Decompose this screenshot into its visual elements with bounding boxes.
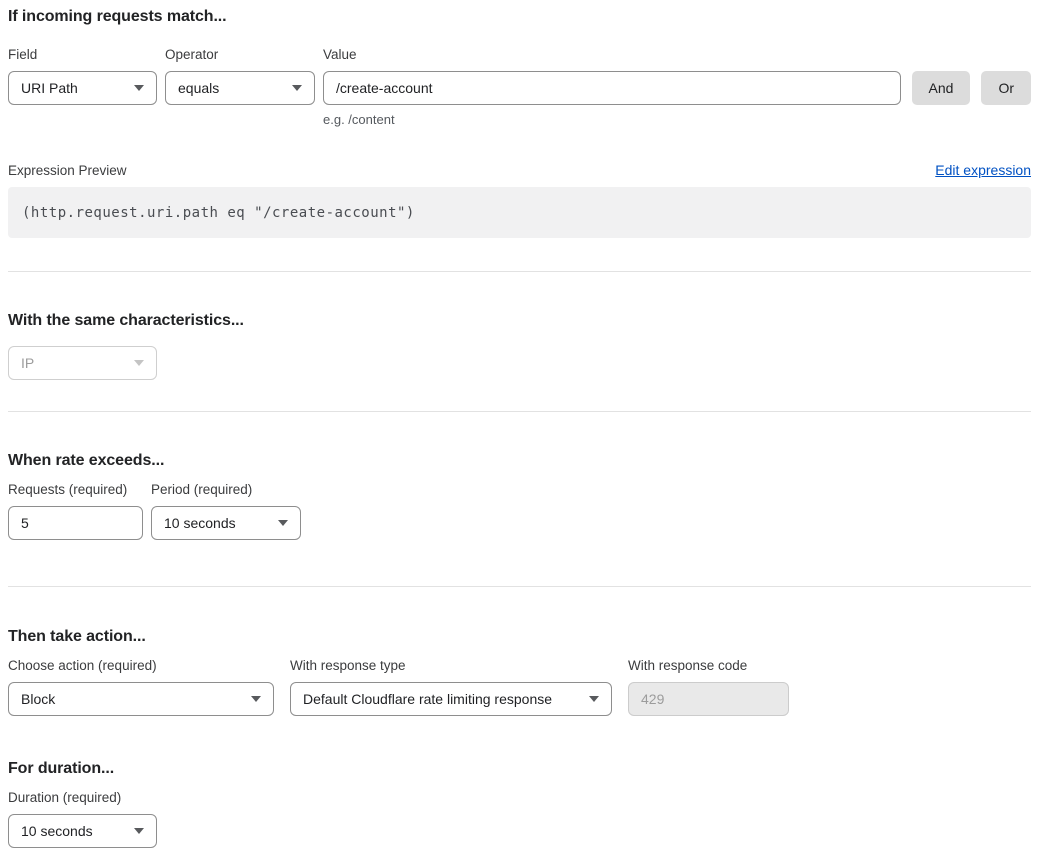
- and-button[interactable]: And: [912, 71, 971, 105]
- characteristic-dropdown-value: IP: [21, 355, 34, 371]
- response-type-label: With response type: [290, 658, 612, 674]
- duration-section-heading: For duration...: [8, 759, 1031, 778]
- duration-label: Duration (required): [8, 790, 157, 806]
- logic-buttons: And Or: [912, 47, 1031, 105]
- value-hint: e.g. /content: [323, 112, 901, 128]
- rate-section-heading: When rate exceeds...: [8, 451, 1031, 470]
- requests-label: Requests (required): [8, 482, 143, 498]
- characteristic-dropdown: IP: [8, 346, 157, 380]
- or-button[interactable]: Or: [981, 71, 1031, 105]
- match-condition-row: Field URI Path Operator equals Value e.g…: [8, 47, 1031, 128]
- section-divider: [8, 271, 1031, 272]
- expression-preview-label: Expression Preview: [8, 162, 127, 179]
- section-divider: [8, 586, 1031, 587]
- action-section-heading: Then take action...: [8, 627, 1031, 646]
- operator-dropdown[interactable]: equals: [165, 71, 315, 105]
- value-input[interactable]: [323, 71, 901, 105]
- period-dropdown[interactable]: 10 seconds: [151, 506, 301, 540]
- chevron-down-icon: [589, 696, 599, 702]
- expression-text: (http.request.uri.path eq "/create-accou…: [22, 205, 415, 221]
- duration-dropdown[interactable]: 10 seconds: [8, 814, 157, 848]
- action-dropdown-value: Block: [21, 691, 55, 707]
- match-section-heading: If incoming requests match...: [8, 7, 1031, 26]
- value-label: Value: [323, 47, 901, 63]
- operator-dropdown-value: equals: [178, 80, 219, 96]
- response-code-input: [628, 682, 789, 716]
- action-dropdown[interactable]: Block: [8, 682, 274, 716]
- response-type-dropdown[interactable]: Default Cloudflare rate limiting respons…: [290, 682, 612, 716]
- characteristics-section-heading: With the same characteristics...: [8, 311, 1031, 330]
- chevron-down-icon: [134, 360, 144, 366]
- expression-preview-code: (http.request.uri.path eq "/create-accou…: [8, 187, 1031, 238]
- response-type-dropdown-value: Default Cloudflare rate limiting respons…: [303, 691, 552, 707]
- response-code-label: With response code: [628, 658, 789, 674]
- period-dropdown-value: 10 seconds: [164, 515, 236, 531]
- chevron-down-icon: [251, 696, 261, 702]
- edit-expression-link[interactable]: Edit expression: [935, 162, 1031, 179]
- chevron-down-icon: [292, 85, 302, 91]
- rate-limiting-rule-form: If incoming requests match... Field URI …: [0, 0, 1048, 856]
- period-label: Period (required): [151, 482, 301, 498]
- duration-dropdown-value: 10 seconds: [21, 823, 93, 839]
- operator-label: Operator: [165, 47, 315, 63]
- field-dropdown-value: URI Path: [21, 80, 78, 96]
- chevron-down-icon: [134, 85, 144, 91]
- field-dropdown[interactable]: URI Path: [8, 71, 157, 105]
- chevron-down-icon: [134, 828, 144, 834]
- requests-input[interactable]: [8, 506, 143, 540]
- chevron-down-icon: [278, 520, 288, 526]
- section-divider: [8, 411, 1031, 412]
- field-label: Field: [8, 47, 157, 63]
- choose-action-label: Choose action (required): [8, 658, 274, 674]
